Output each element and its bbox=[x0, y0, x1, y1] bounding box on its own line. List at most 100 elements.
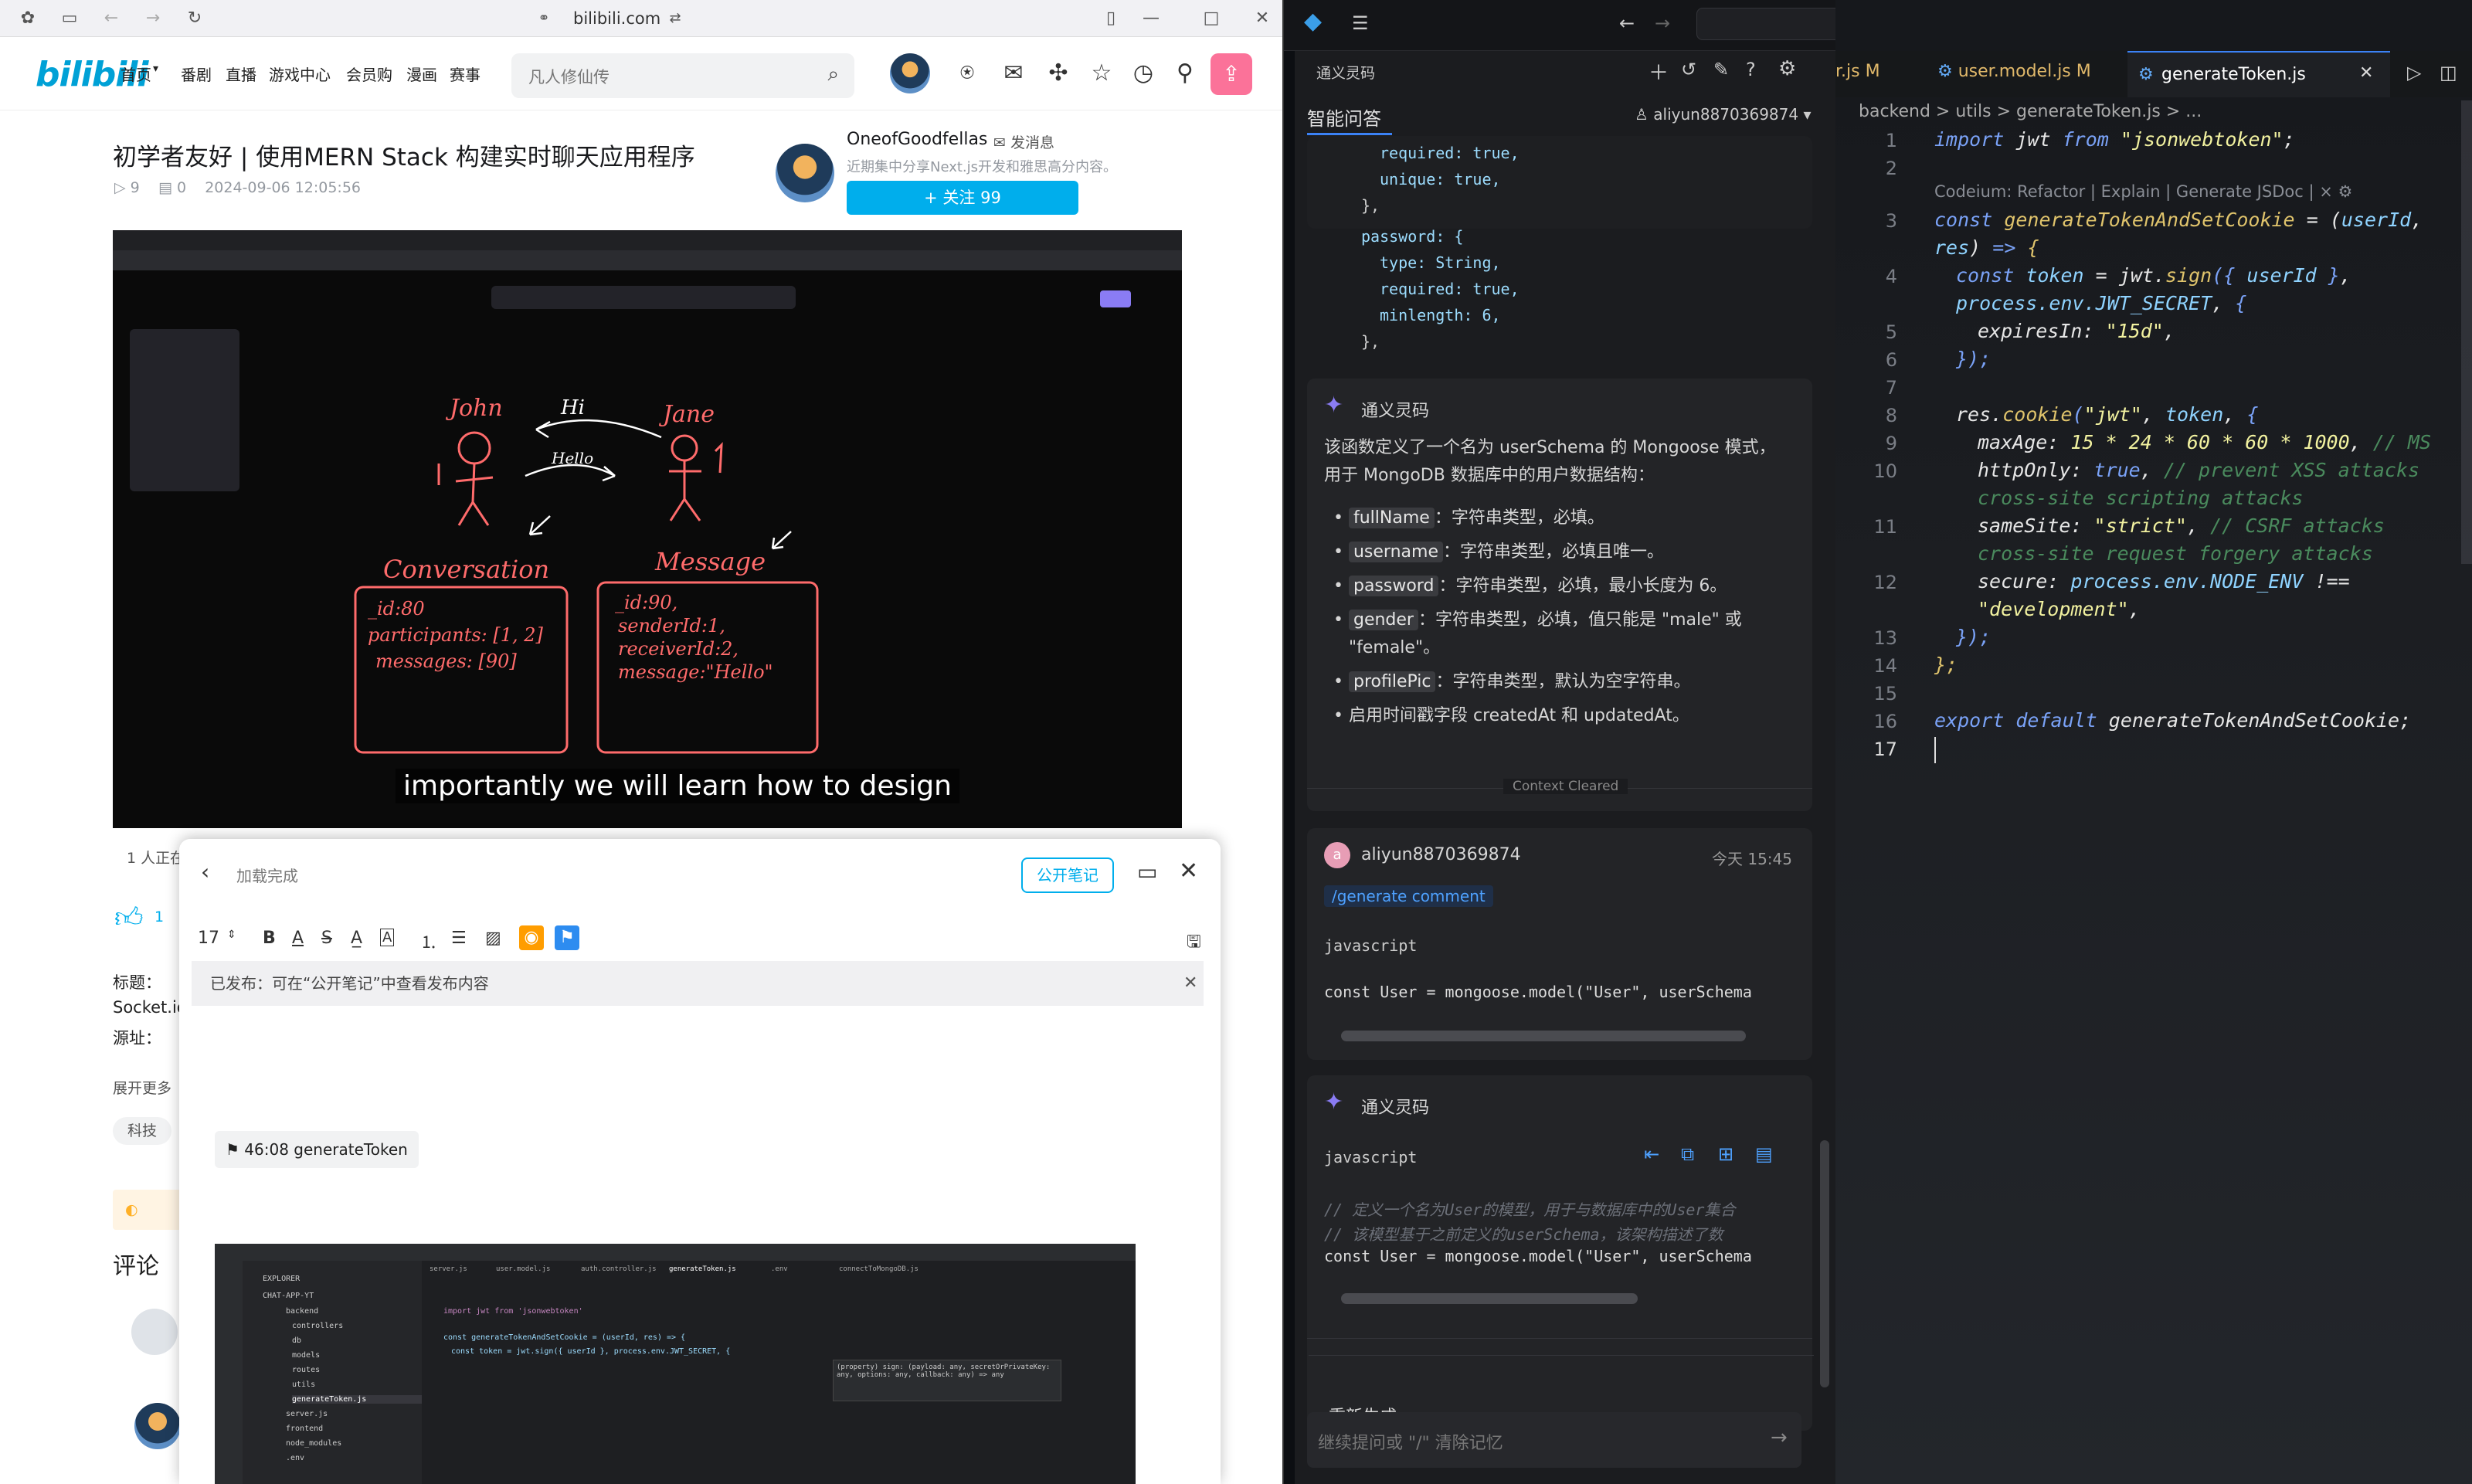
reader-icon[interactable]: ▯ bbox=[1100, 8, 1122, 29]
tab-label: generateToken.js bbox=[2161, 65, 2306, 84]
refresh-icon[interactable]: ↻ bbox=[184, 8, 205, 29]
close-note-icon[interactable]: ✕ bbox=[1179, 857, 1198, 885]
account-switcher[interactable]: ♙ aliyun8870369874 ▾ bbox=[1635, 105, 1812, 124]
tab-file[interactable]: r.js M bbox=[1835, 62, 1880, 81]
nav-anime[interactable]: 番剧 bbox=[181, 63, 212, 85]
upload-button[interactable]: ⇪ bbox=[1211, 53, 1252, 95]
split-editor-icon[interactable]: ◫ bbox=[2440, 62, 2457, 83]
send-message-link[interactable]: ✉ 发消息 bbox=[993, 131, 1054, 152]
expand-link[interactable]: 展开更多 bbox=[113, 1077, 171, 1098]
nav-events[interactable]: 赛事 bbox=[450, 63, 480, 85]
dynamic-icon[interactable]: ✣ bbox=[1043, 58, 1074, 89]
tab-close-icon[interactable]: ✕ bbox=[2359, 63, 2373, 83]
feedback-icon[interactable]: ✎ bbox=[1713, 59, 1729, 80]
diff-icon[interactable]: ▤ bbox=[1755, 1143, 1773, 1165]
tab-smart-qa[interactable]: 智能问答 bbox=[1307, 104, 1381, 131]
shot-tree-item: .env bbox=[286, 1454, 305, 1462]
new-file-icon[interactable]: ⊞ bbox=[1718, 1143, 1733, 1165]
help-icon[interactable]: ? bbox=[1746, 59, 1756, 80]
copy-icon[interactable]: ⧉ bbox=[1681, 1143, 1694, 1165]
close-icon[interactable]: ✕ bbox=[1251, 8, 1273, 29]
timestamp-time: 46:08 bbox=[244, 1140, 289, 1159]
user-avatar-icon: a bbox=[1324, 842, 1350, 868]
follow-button[interactable]: + 关注 99 bbox=[847, 181, 1078, 215]
vertical-scrollbar[interactable] bbox=[1820, 1140, 1829, 1387]
creation-icon[interactable]: ⚲ bbox=[1170, 58, 1200, 89]
run-icon[interactable]: ▷ bbox=[2407, 62, 2421, 83]
font-size-select[interactable]: 17 bbox=[198, 929, 219, 948]
codelens[interactable]: Codeium: Refactor | Explain | Generate J… bbox=[1934, 182, 2352, 201]
public-notes-button[interactable]: 公开笔记 bbox=[1021, 857, 1114, 893]
history-icon[interactable]: ◷ bbox=[1128, 58, 1159, 89]
settings-icon[interactable]: ⇄ bbox=[664, 8, 686, 29]
strike-icon[interactable]: S bbox=[321, 929, 332, 948]
danmaku-count: 0 bbox=[176, 179, 187, 196]
code-line: }); bbox=[1956, 348, 1992, 370]
horizontal-scrollbar[interactable] bbox=[1341, 1293, 1638, 1304]
back-chevron-icon[interactable]: ‹ bbox=[201, 859, 209, 885]
user-icon: ♙ bbox=[1635, 105, 1649, 124]
command-chip[interactable]: /generate comment bbox=[1324, 885, 1493, 907]
settings-gear-icon[interactable]: ⚙ bbox=[1778, 57, 1796, 80]
tongyi-logo-icon: ✦ bbox=[1324, 1088, 1344, 1116]
user-avatar[interactable] bbox=[890, 53, 930, 93]
search-box[interactable]: 凡人修仙传 ⌕ bbox=[511, 53, 854, 98]
nav-games[interactable]: 游戏中心 bbox=[269, 63, 331, 85]
shot-tree-item: backend bbox=[286, 1307, 319, 1316]
new-chat-icon[interactable]: ＋ bbox=[1649, 57, 1669, 86]
desc-line: Socket.io bbox=[113, 998, 187, 1017]
bullet-list-icon[interactable]: ☰ bbox=[451, 929, 467, 948]
chat-input[interactable]: 继续提问或 "/" 清除记忆 → bbox=[1307, 1412, 1801, 1468]
nav-shop[interactable]: 会员购 bbox=[346, 63, 392, 85]
search-icon[interactable]: ⌕ bbox=[827, 63, 839, 87]
favorite-icon[interactable]: ☆ bbox=[1086, 58, 1117, 89]
nav-forward-icon[interactable]: → bbox=[1655, 12, 1670, 34]
vip-icon[interactable]: ⍟ bbox=[952, 58, 983, 89]
nav-manga[interactable]: 漫画 bbox=[406, 63, 437, 85]
close-banner-icon[interactable]: ✕ bbox=[1183, 973, 1197, 993]
video-player[interactable]: John Jane Hi Hello Conversation Message … bbox=[113, 230, 1182, 828]
save-icon[interactable]: 🖫︎ bbox=[1187, 929, 1201, 958]
tag-chip[interactable]: 科技 bbox=[113, 1117, 171, 1145]
desc-source: 源址： bbox=[113, 1029, 161, 1048]
views-icon: ▷ bbox=[114, 179, 126, 196]
commenter-avatar[interactable] bbox=[134, 1403, 181, 1449]
nav-home[interactable]: 首页 bbox=[121, 63, 151, 85]
font-color-icon[interactable]: A̲ bbox=[351, 929, 362, 948]
screenshot-icon[interactable]: ◉ bbox=[519, 925, 544, 950]
bold-icon[interactable]: B bbox=[263, 929, 276, 948]
timestamp-icon[interactable]: ⚑ bbox=[555, 925, 579, 950]
send-icon[interactable]: → bbox=[1771, 1426, 1788, 1449]
maximize-icon[interactable]: □ bbox=[1200, 8, 1222, 29]
folder-icon[interactable]: ▭ bbox=[1137, 859, 1157, 885]
sidebar-toggle-icon[interactable]: ▭ bbox=[59, 8, 80, 29]
underline-icon[interactable]: A bbox=[292, 929, 304, 948]
tab-generate-token[interactable]: ⚙ generateToken.js ✕ bbox=[2127, 51, 2390, 97]
excalidraw-drawing: John Jane Hi Hello Conversation Message … bbox=[354, 395, 819, 754]
video-title: 初学者友好 | 使用MERN Stack 构建实时聊天应用程序 bbox=[113, 144, 695, 171]
minimize-icon[interactable]: — bbox=[1140, 8, 1162, 29]
editor-scrollbar[interactable] bbox=[2461, 100, 2472, 564]
font-size-arrows-icon[interactable]: ⇕ bbox=[227, 929, 236, 941]
uploader-avatar[interactable] bbox=[776, 144, 834, 202]
message-icon[interactable]: ✉ bbox=[998, 58, 1029, 89]
like-icon[interactable]: 👍︎ bbox=[114, 901, 144, 935]
insert-icon[interactable]: ⇤ bbox=[1644, 1143, 1659, 1165]
bot-comment: // 该模型基于之前定义的userSchema，该架构描述了数 bbox=[1324, 1225, 1723, 1244]
forward-icon[interactable]: → bbox=[142, 8, 164, 29]
history-icon[interactable]: ↺ bbox=[1681, 59, 1696, 80]
menu-icon[interactable]: ☰ bbox=[1352, 12, 1369, 34]
search-input[interactable]: 凡人修仙传 bbox=[528, 65, 610, 88]
nav-live[interactable]: 直播 bbox=[226, 63, 256, 85]
image-icon[interactable]: ▨ bbox=[485, 929, 501, 948]
timestamp-chip[interactable]: ⚑ 46:08 generateToken bbox=[215, 1131, 419, 1168]
uploader-name[interactable]: OneofGoodfellas bbox=[847, 130, 987, 149]
back-icon[interactable]: ← bbox=[100, 8, 122, 29]
horizontal-scrollbar[interactable] bbox=[1341, 1031, 1746, 1041]
ordered-list-icon[interactable]: ⒈ bbox=[420, 929, 437, 953]
tab-user-model[interactable]: ⚙ user.model.js M bbox=[1937, 62, 2091, 81]
nav-back-icon[interactable]: ← bbox=[1619, 12, 1635, 34]
address-bar[interactable]: bilibili.com bbox=[573, 8, 660, 29]
breadcrumb[interactable]: backend > utils > generateToken.js > ... bbox=[1859, 102, 2202, 121]
highlight-icon[interactable]: A bbox=[380, 929, 395, 946]
